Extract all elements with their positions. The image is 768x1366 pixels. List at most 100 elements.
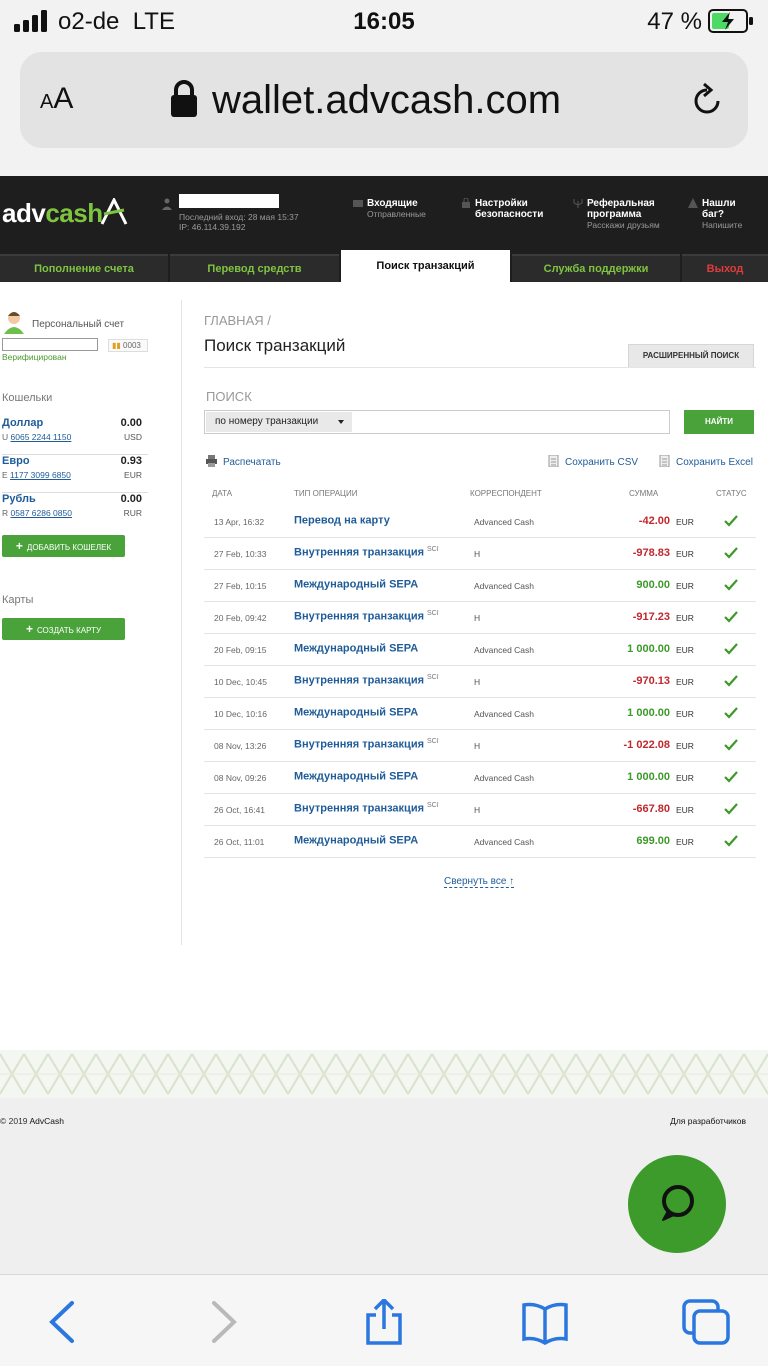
sci-badge: SCI bbox=[427, 802, 439, 809]
wallet-rub-link[interactable]: 0587 6286 0850 bbox=[11, 508, 72, 518]
chat-button[interactable] bbox=[628, 1155, 726, 1253]
print-link[interactable]: Распечатать bbox=[206, 455, 281, 468]
tx-amount: -42.00 bbox=[638, 515, 670, 527]
tx-currency: EUR bbox=[676, 677, 694, 687]
tx-currency: EUR bbox=[676, 645, 694, 655]
divider bbox=[181, 300, 182, 945]
checkmark-icon bbox=[724, 579, 738, 591]
search-input[interactable]: по номеру транзакции bbox=[204, 410, 670, 434]
ip-address: IP: 46.114.39.192 bbox=[179, 222, 246, 232]
tx-type-link[interactable]: Международный SEPA bbox=[294, 706, 421, 719]
nav-inbox[interactable]: Входящие Отправленные bbox=[353, 198, 426, 220]
checkmark-icon bbox=[724, 643, 738, 655]
wallet-usd[interactable]: Доллар 0.00 U 6065 2244 1150 USD bbox=[2, 417, 148, 455]
add-wallet-button[interactable]: + ДОБАВИТЬ КОШЕЛЕК bbox=[2, 535, 125, 557]
nav-security-settings[interactable]: Настройки безопасности bbox=[462, 198, 555, 220]
tabs-icon[interactable] bbox=[682, 1299, 730, 1345]
tx-date: 13 Apr, 16:32 bbox=[214, 517, 265, 527]
wallet-eur[interactable]: Евро 0.93 E 1177 3099 6850 EUR bbox=[2, 455, 148, 493]
tx-type-link[interactable]: Перевод на карту bbox=[294, 514, 393, 527]
printer-icon bbox=[206, 455, 217, 467]
tx-type-link[interactable]: Международный SEPA bbox=[294, 834, 421, 847]
tx-amount: -917.23 bbox=[632, 611, 670, 623]
save-csv-link[interactable]: Сохранить CSV bbox=[548, 455, 638, 468]
tx-correspondent: H bbox=[474, 741, 481, 751]
tx-amount: 699.00 bbox=[636, 835, 670, 847]
tx-correspondent: Advanced Cash bbox=[474, 837, 535, 847]
developers-link[interactable]: Для разработчиков bbox=[670, 1116, 746, 1126]
back-icon[interactable] bbox=[38, 1299, 86, 1345]
column-status: СТАТУС bbox=[716, 489, 747, 498]
tx-type-link[interactable]: Внутренняя транзакция SCI bbox=[294, 738, 439, 751]
reload-icon[interactable] bbox=[688, 82, 726, 120]
table-row[interactable]: 08 Nov, 13:26 Внутренняя транзакция SCI H -1… bbox=[204, 730, 756, 762]
tx-amount: -970.13 bbox=[632, 675, 670, 687]
find-button[interactable]: НАЙТИ bbox=[684, 410, 754, 434]
bookmarks-icon[interactable] bbox=[521, 1299, 569, 1345]
address-bar[interactable]: AA wallet.advcash.com bbox=[20, 52, 748, 148]
text-size-button[interactable]: AA bbox=[40, 82, 73, 116]
tx-currency: EUR bbox=[676, 741, 694, 751]
tab-support[interactable]: Служба поддержки bbox=[512, 254, 680, 282]
nav-report-bug[interactable]: Нашли баг? Напишите bbox=[688, 198, 752, 231]
tx-type-link[interactable]: Международный SEPA bbox=[294, 642, 421, 655]
advcash-logo[interactable]: advcash bbox=[2, 198, 103, 229]
tx-date: 27 Feb, 10:15 bbox=[214, 581, 267, 591]
tab-transfer[interactable]: Перевод средств bbox=[170, 254, 339, 282]
tx-amount: -1 022.08 bbox=[623, 739, 670, 751]
column-amount: СУММА bbox=[629, 489, 659, 498]
user-icon bbox=[162, 198, 172, 210]
battery-charging-icon bbox=[708, 9, 753, 33]
table-row[interactable]: 10 Dec, 10:16 Международный SEPA Advanced … bbox=[204, 698, 756, 730]
table-row[interactable]: 08 Nov, 09:26 Международный SEPA Advanced … bbox=[204, 762, 756, 794]
table-row[interactable]: 20 Feb, 09:42 Внутренняя транзакция SCI H -9… bbox=[204, 602, 756, 634]
url-text[interactable]: wallet.advcash.com bbox=[212, 78, 561, 123]
advanced-search-button[interactable]: РАСШИРЕННЫЙ ПОИСК bbox=[628, 344, 754, 368]
footer-pattern bbox=[0, 1050, 768, 1098]
create-card-button[interactable]: + СОЗДАТЬ КАРТУ bbox=[2, 618, 125, 640]
advcash-logo-mark-icon bbox=[100, 198, 128, 225]
save-excel-link[interactable]: Сохранить Excel bbox=[659, 455, 753, 468]
tx-type-link[interactable]: Международный SEPA bbox=[294, 770, 421, 783]
table-row[interactable]: 10 Dec, 10:45 Внутренняя транзакция SCI H -9… bbox=[204, 666, 756, 698]
tx-type-link[interactable]: Международный SEPA bbox=[294, 578, 421, 591]
tx-amount: 900.00 bbox=[636, 579, 670, 591]
document-icon bbox=[659, 455, 670, 467]
wallet-eur-link[interactable]: 1177 3099 6850 bbox=[10, 470, 71, 480]
nav-referral[interactable]: Реферальная программа Расскажи друзьям bbox=[573, 198, 667, 231]
checkmark-icon bbox=[724, 803, 738, 815]
column-correspondent: КОРРЕСПОНДЕНТ bbox=[470, 489, 542, 498]
tx-type-link[interactable]: Внутренняя транзакция SCI bbox=[294, 802, 439, 815]
tx-correspondent: Advanced Cash bbox=[474, 517, 535, 527]
table-row[interactable]: 26 Oct, 16:41 Внутренняя транзакция SCI H -6… bbox=[204, 794, 756, 826]
tab-deposit[interactable]: Пополнение счета bbox=[0, 254, 168, 282]
table-row[interactable]: 26 Oct, 11:01 Международный SEPA Advanced … bbox=[204, 826, 756, 858]
tx-currency: EUR bbox=[676, 549, 694, 559]
tx-type-link[interactable]: Внутренняя транзакция SCI bbox=[294, 546, 439, 559]
tx-amount: -667.80 bbox=[632, 803, 670, 815]
tx-correspondent: Advanced Cash bbox=[474, 645, 535, 655]
sci-badge: SCI bbox=[427, 546, 439, 553]
table-row[interactable]: 27 Feb, 10:15 Международный SEPA Advanced … bbox=[204, 570, 756, 602]
chat-bubble-icon bbox=[662, 1185, 694, 1221]
forward-icon[interactable] bbox=[200, 1299, 248, 1345]
table-row[interactable]: 20 Feb, 09:15 Международный SEPA Advanced … bbox=[204, 634, 756, 666]
share-icon[interactable] bbox=[360, 1299, 408, 1345]
wallet-rub[interactable]: Рубль 0.00 R 0587 6286 0850 RUR bbox=[2, 493, 148, 531]
table-row[interactable]: 13 Apr, 16:32 Перевод на карту Advanced Ca… bbox=[204, 506, 756, 538]
collapse-all-link[interactable]: Свернуть все ↑ bbox=[444, 876, 515, 888]
checkmark-icon bbox=[724, 611, 738, 623]
wallet-usd-link[interactable]: 6065 2244 1150 bbox=[11, 432, 72, 442]
search-mode-select[interactable]: по номеру транзакции bbox=[206, 412, 352, 432]
page-title: Поиск транзакций bbox=[204, 336, 346, 355]
tx-type-link[interactable]: Внутренняя транзакция SCI bbox=[294, 610, 439, 623]
checkmark-icon bbox=[724, 707, 738, 719]
table-row[interactable]: 27 Feb, 10:33 Внутренняя транзакция SCI H -9… bbox=[204, 538, 756, 570]
tab-logout[interactable]: Выход bbox=[682, 254, 768, 282]
tab-transaction-search[interactable]: Поиск транзакций bbox=[341, 250, 510, 282]
avatar bbox=[4, 312, 24, 334]
tx-currency: EUR bbox=[676, 773, 694, 783]
lock-icon bbox=[171, 80, 197, 117]
tx-type-link[interactable]: Внутренняя транзакция SCI bbox=[294, 674, 439, 687]
breadcrumb[interactable]: ГЛАВНАЯ / bbox=[204, 313, 271, 328]
